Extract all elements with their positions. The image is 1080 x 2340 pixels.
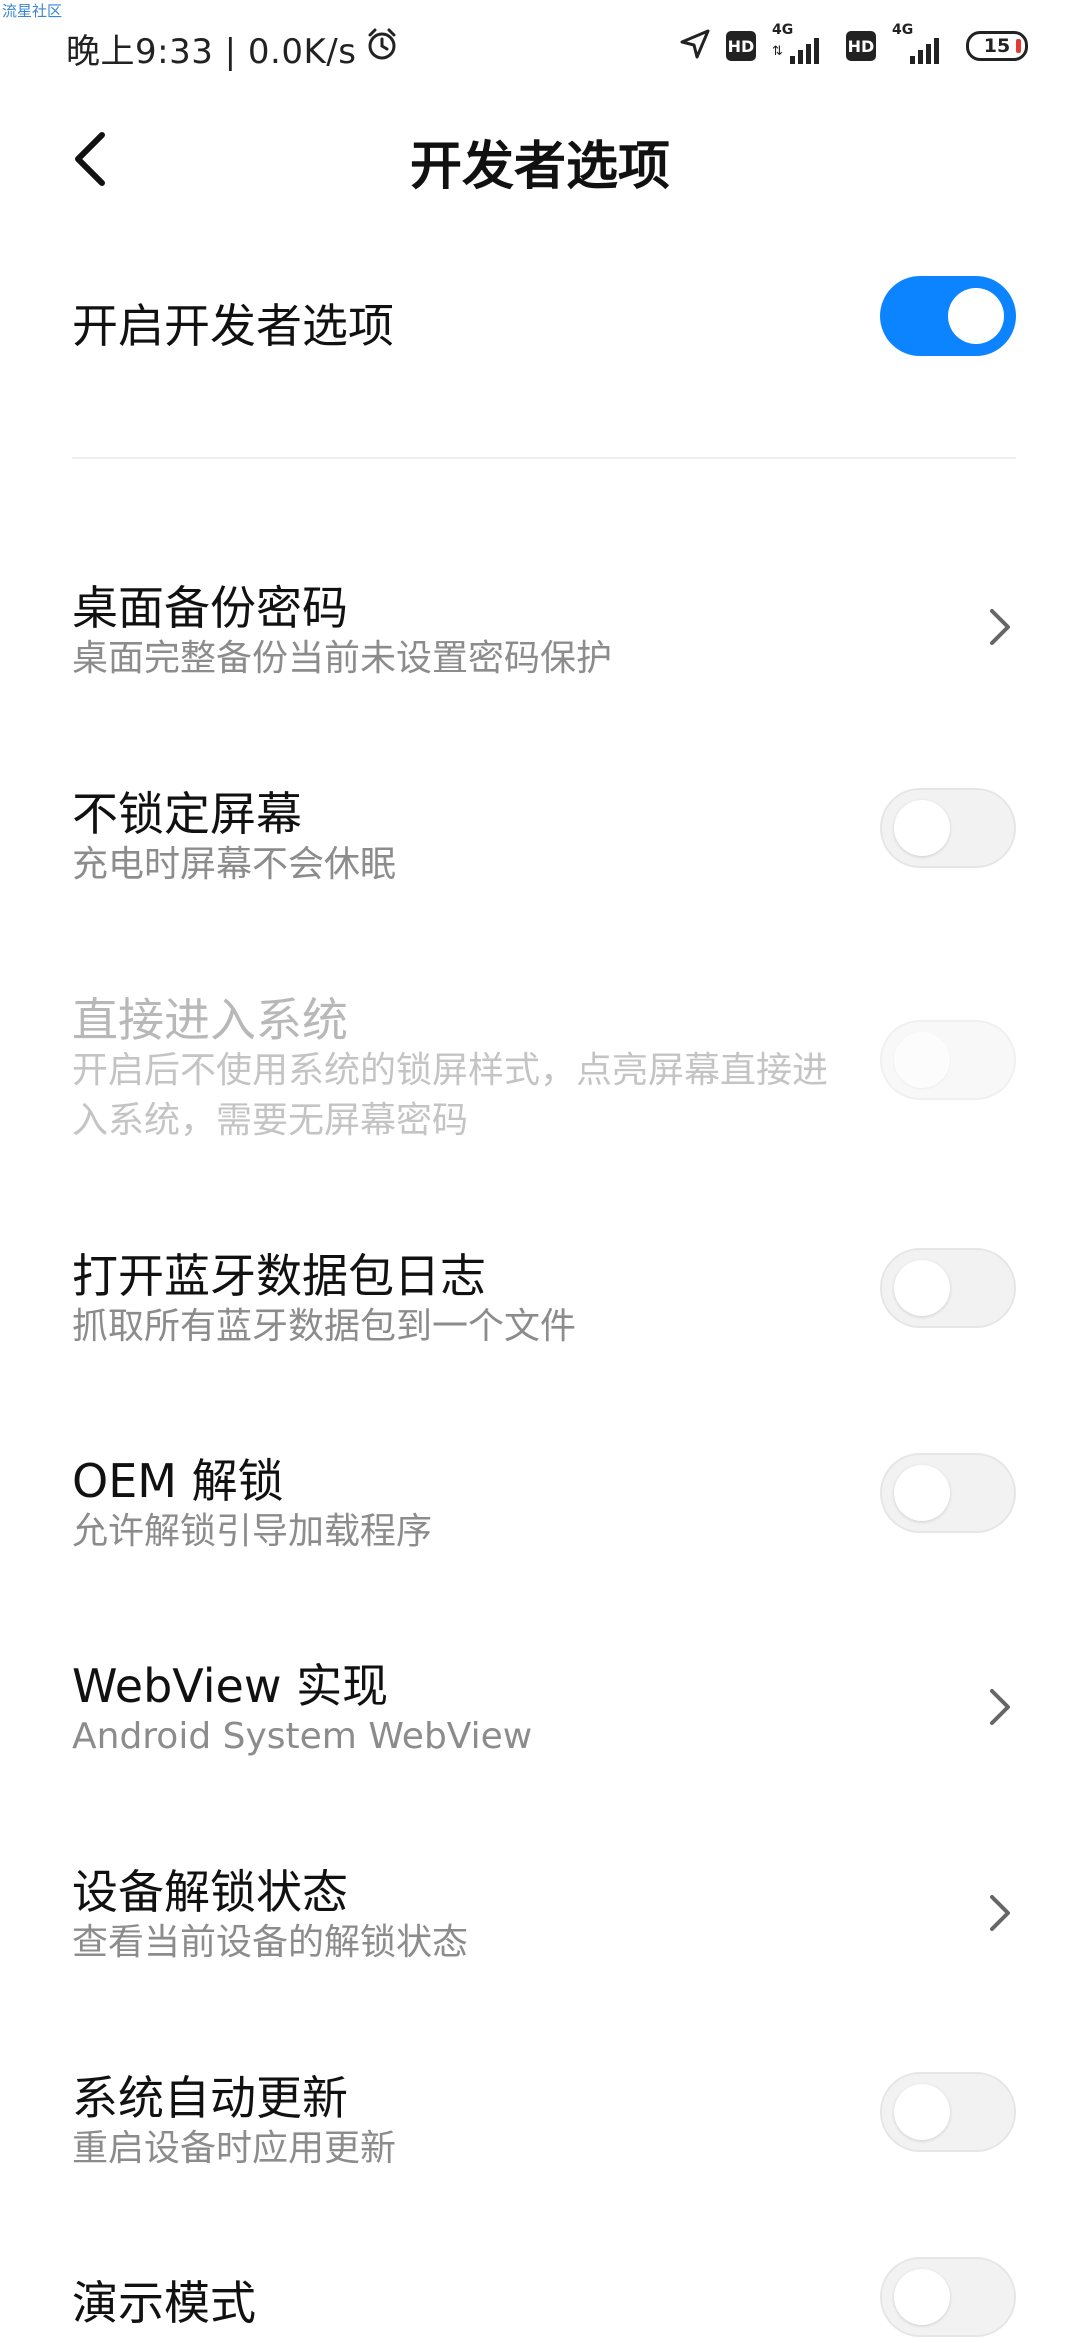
- switch-knob: [894, 2269, 950, 2325]
- master-toggle-label: 开启开发者选项: [72, 299, 394, 353]
- item-title: OEM 解锁: [72, 1454, 284, 1508]
- item-title: 打开蓝牙数据包日志: [72, 1249, 486, 1303]
- item-title: WebView 实现: [72, 1659, 389, 1713]
- data-arrows-icon: ⇅: [772, 44, 783, 59]
- switch-knob: [894, 800, 950, 856]
- item-subtitle: 查看当前设备的解锁状态: [72, 1922, 469, 1963]
- list-item-auto-system-update[interactable]: 系统自动更新 重启设备时应用更新: [0, 2062, 1080, 2182]
- switch-knob: [894, 1260, 950, 1316]
- list-item-webview-implementation[interactable]: WebView 实现 Android System WebView: [0, 1650, 1080, 1770]
- item-subtitle: 重启设备时应用更新: [72, 2128, 397, 2169]
- page-title: 开发者选项: [409, 137, 670, 197]
- list-item-direct-enter-system: 直接进入系统 开启后不使用系统的锁屏样式，点亮屏幕直接进入系统，需要无屏幕密码: [0, 984, 1080, 1154]
- item-subtitle: 允许解锁引导加载程序: [72, 1511, 433, 1552]
- item-title: 不锁定屏幕: [72, 787, 302, 841]
- chevron-right-icon: [980, 602, 1020, 652]
- chevron-right-icon: [980, 1888, 1020, 1938]
- chevron-right-icon: [980, 1682, 1020, 1732]
- bluetooth-log-switch[interactable]: [880, 1248, 1016, 1328]
- signal-4g-icon: 4G ⇅: [770, 22, 832, 66]
- list-item-bluetooth-hci-log[interactable]: 打开蓝牙数据包日志 抓取所有蓝牙数据包到一个文件: [0, 1240, 1080, 1360]
- master-toggle-switch[interactable]: [880, 276, 1016, 356]
- alarm-clock-icon: [364, 26, 400, 71]
- stay-awake-switch[interactable]: [880, 788, 1016, 868]
- demo-mode-switch[interactable]: [880, 2257, 1016, 2337]
- signal-4g-icon-2: 4G: [890, 22, 952, 66]
- signal-bars-icon-2: [910, 38, 939, 64]
- list-item-stay-awake[interactable]: 不锁定屏幕 充电时屏幕不会休眠: [0, 778, 1080, 898]
- status-time-speed: 晚上9:33 | 0.0K/s: [66, 32, 357, 72]
- hd-icon: HD: [726, 31, 756, 61]
- list-item-desktop-backup-password[interactable]: 桌面备份密码 桌面完整备份当前未设置密码保护: [0, 572, 1080, 692]
- direct-enter-switch: [880, 1020, 1016, 1100]
- oem-unlock-switch[interactable]: [880, 1453, 1016, 1533]
- item-title: 演示模式: [72, 2276, 256, 2330]
- master-toggle-row[interactable]: 开启开发者选项: [0, 260, 1080, 380]
- item-title: 桌面备份密码: [72, 581, 348, 635]
- header: 开发者选项: [0, 96, 1080, 226]
- list-item-oem-unlock[interactable]: OEM 解锁 允许解锁引导加载程序: [0, 1445, 1080, 1565]
- navigation-arrow-icon: [678, 27, 712, 65]
- signal-bars-icon: [790, 38, 819, 64]
- hd-icon-2: HD: [846, 31, 876, 61]
- switch-knob: [948, 288, 1004, 344]
- item-subtitle: 开启后不使用系统的锁屏样式，点亮屏幕直接进入系统，需要无屏幕密码: [72, 1050, 829, 1141]
- status-right: HD 4G ⇅ HD 4G 15: [678, 22, 1028, 66]
- divider: [72, 457, 1016, 459]
- battery-low-indicator: [1016, 39, 1021, 53]
- switch-knob: [894, 2084, 950, 2140]
- switch-knob: [894, 1465, 950, 1521]
- item-title: 系统自动更新: [72, 2071, 348, 2125]
- network-type-label: 4G: [772, 22, 794, 38]
- item-title: 直接进入系统: [72, 993, 348, 1047]
- auto-update-switch[interactable]: [880, 2072, 1016, 2152]
- switch-knob: [894, 1032, 950, 1088]
- list-item-device-unlock-status[interactable]: 设备解锁状态 查看当前设备的解锁状态: [0, 1856, 1080, 1976]
- status-bar: 晚上9:33 | 0.0K/s HD 4G ⇅ HD 4G 15: [0, 0, 1080, 96]
- status-left: 晚上9:33 | 0.0K/s: [66, 24, 400, 73]
- item-subtitle: Android System WebView: [72, 1716, 533, 1757]
- item-subtitle: 充电时屏幕不会休眠: [72, 844, 397, 885]
- list-item-demo-mode[interactable]: 演示模式: [0, 2257, 1080, 2340]
- item-subtitle: 桌面完整备份当前未设置密码保护: [72, 638, 613, 679]
- battery-level: 15: [983, 35, 1011, 57]
- network-type-label-2: 4G: [892, 22, 914, 38]
- battery-icon: 15: [966, 31, 1028, 61]
- item-subtitle: 抓取所有蓝牙数据包到一个文件: [72, 1306, 577, 1347]
- item-title: 设备解锁状态: [72, 1865, 348, 1919]
